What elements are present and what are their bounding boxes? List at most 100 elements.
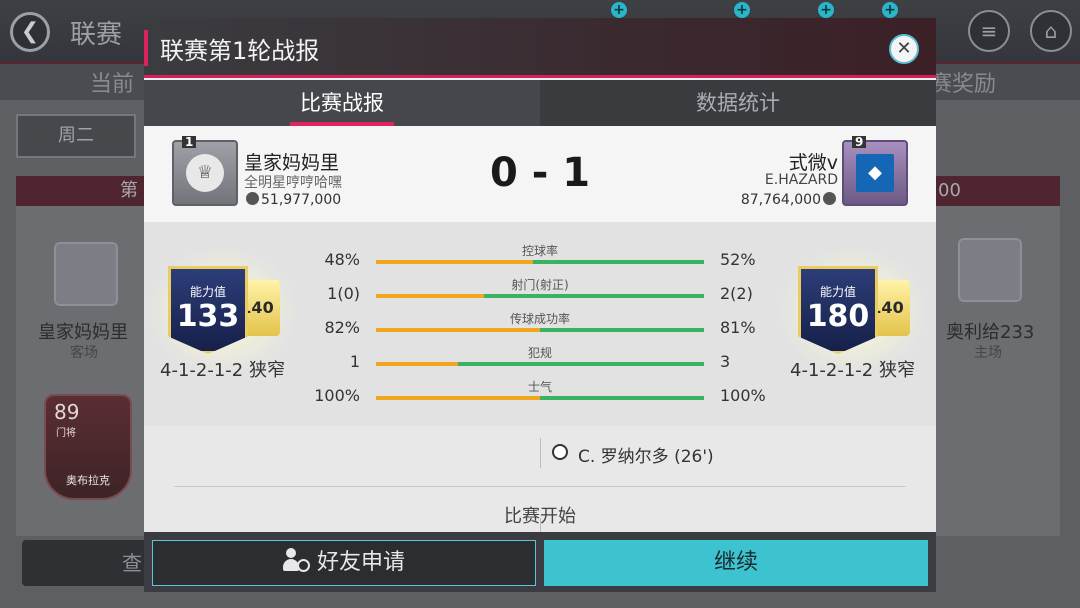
- stat-bar: [376, 328, 704, 332]
- football-icon: [552, 444, 568, 460]
- away-team-subtitle: E.HAZARD: [764, 172, 838, 188]
- home-icon[interactable]: ⌂: [1030, 10, 1072, 52]
- away-team-name: 式微v: [788, 152, 838, 174]
- home-rating-label: 能力值: [189, 285, 226, 299]
- stat-away-value: 52%: [720, 250, 756, 269]
- stat-row-fouls: 1 犯规 3: [304, 346, 776, 376]
- player-card[interactable]: 89 门将 奥布拉克: [44, 394, 132, 500]
- stat-bar: [376, 362, 704, 366]
- modal-title: 联赛第1轮战报: [160, 37, 320, 65]
- home-rating-value: 133: [176, 299, 240, 334]
- home-team-name: 皇家妈妈里: [244, 152, 340, 174]
- friend-request-label: 好友申请: [316, 550, 405, 575]
- away-club-crest: 9 ◆: [842, 136, 908, 206]
- stat-home-value: 1(0): [327, 284, 360, 303]
- back-button[interactable]: ❮: [10, 12, 50, 52]
- tab-statistics[interactable]: 数据统计: [540, 80, 936, 126]
- home-team-name: 皇家妈妈里: [38, 322, 128, 343]
- home-club-crest: 1 ♕: [172, 136, 238, 206]
- away-rating-badge: 140 能力值 180: [798, 266, 910, 354]
- stat-bar: [376, 294, 704, 298]
- event-separator: [174, 486, 906, 487]
- scoreboard: 1 ♕ 皇家妈妈里 全明星哼哼哈嘿 51,977,000 0 - 1 式微v E…: [144, 126, 936, 222]
- match-report-modal: 联赛第1轮战报 ✕ 比赛战报 数据统计 1 ♕ 皇家妈妈里 全明星哼哼哈嘿 51…: [144, 18, 936, 592]
- rating-shield-icon: 能力值 133: [168, 266, 248, 354]
- away-formation: 4-1-2-1-2 狭窄: [790, 360, 915, 381]
- home-formation: 4-1-2-1-2 狭窄: [160, 360, 285, 381]
- home-side-label: 客场: [70, 345, 98, 361]
- plus-icon[interactable]: +: [882, 2, 898, 18]
- player-rating: 89: [54, 400, 80, 424]
- home-team-crest: [54, 242, 118, 306]
- timeline-divider: [540, 438, 541, 468]
- stat-bar: [376, 260, 704, 264]
- home-power-value: 51,977,000: [261, 192, 342, 208]
- plus-icon[interactable]: +: [818, 2, 834, 18]
- stat-bar: [376, 396, 704, 400]
- stat-home-value: 1: [349, 352, 360, 371]
- friend-request-button[interactable]: 好友申请: [152, 540, 536, 586]
- away-side-label: 主场: [974, 345, 1002, 361]
- plus-icon[interactable]: +: [611, 2, 627, 18]
- continue-button[interactable]: 继续: [544, 540, 928, 586]
- stat-label: 士气: [527, 380, 552, 394]
- home-team-power: 51,977,000: [244, 192, 341, 208]
- real-madrid-crest-icon: ♕: [186, 154, 224, 192]
- match-events: C. 罗纳尔多 (26') 比赛开始: [144, 426, 936, 532]
- coin-icon: [823, 192, 836, 205]
- stat-label: 传球成功率: [509, 312, 570, 326]
- stat-bar-home-fill: [376, 260, 534, 264]
- away-rating-value: 180: [806, 299, 870, 334]
- add-friend-icon: [282, 547, 311, 573]
- stat-bar-home-fill: [376, 328, 540, 332]
- modal-header: 联赛第1轮战报 ✕: [144, 18, 936, 78]
- stat-bar-home-fill: [376, 396, 540, 400]
- stat-home-value: 100%: [314, 386, 360, 405]
- stat-away-value: 100%: [720, 386, 766, 405]
- tab-rewards[interactable]: 赛奖励: [930, 66, 996, 98]
- stat-row-morale: 100% 士气 100%: [304, 380, 776, 410]
- plus-icon[interactable]: +: [734, 2, 750, 18]
- card-header: 00: [936, 176, 1060, 206]
- away-power-value: 87,764,000: [740, 192, 821, 208]
- tab-match-report[interactable]: 比赛战报: [144, 80, 540, 126]
- home-team-subtitle: 全明星哼哼哈嘿: [244, 175, 342, 191]
- close-button[interactable]: ✕: [889, 34, 919, 64]
- stat-away-value: 2(2): [720, 284, 753, 303]
- match-stats: 140 能力值 133 4-1-2-1-2 狭窄 140 能力值 180 4-1…: [144, 222, 936, 426]
- stat-home-value: 48%: [324, 250, 360, 269]
- away-team-crest: [958, 238, 1022, 302]
- stat-bar-home-fill: [376, 362, 458, 366]
- tab-current[interactable]: 当前: [90, 66, 134, 98]
- away-rating-label: 能力值: [819, 285, 856, 299]
- player-name: 奥布拉克: [66, 474, 110, 487]
- stat-row-shots: 1(0) 射门(射正) 2(2): [304, 278, 776, 308]
- background-bottom-button[interactable]: 查: [22, 540, 148, 586]
- goal-event: C. 罗纳尔多 (26'): [578, 447, 714, 467]
- stat-label: 射门(射正): [511, 278, 569, 292]
- stat-row-pass-accuracy: 82% 传球成功率 81%: [304, 312, 776, 342]
- match-score: 0 - 1: [489, 150, 591, 196]
- player-position: 门将: [56, 428, 76, 439]
- home-rating-badge: 140 能力值 133: [168, 266, 280, 354]
- stat-away-value: 81%: [720, 318, 756, 337]
- modal-footer: 好友申请 继续: [144, 532, 936, 592]
- stat-away-value: 3: [720, 352, 731, 371]
- timeline-divider: [540, 518, 541, 532]
- home-crest-badge: 1: [182, 136, 197, 148]
- stat-label: 控球率: [521, 244, 558, 258]
- stat-label: 犯规: [527, 346, 552, 360]
- away-team-name: 奥利给233: [946, 322, 1035, 343]
- report-tabs: 比赛战报 数据统计: [144, 80, 936, 126]
- day-selector-button[interactable]: 周二: [16, 114, 136, 158]
- menu-list-icon[interactable]: ≡: [968, 10, 1010, 52]
- away-crest-badge: 9: [852, 136, 867, 148]
- hamburg-crest-icon: ◆: [856, 154, 894, 192]
- stat-row-possession: 48% 控球率 52%: [304, 244, 776, 274]
- coin-icon: [246, 192, 259, 205]
- stat-home-value: 82%: [324, 318, 360, 337]
- card-header: 第: [16, 176, 146, 206]
- away-team-power: 87,764,000: [741, 192, 838, 208]
- stat-bar-home-fill: [376, 294, 485, 298]
- page-title: 联赛: [70, 20, 123, 50]
